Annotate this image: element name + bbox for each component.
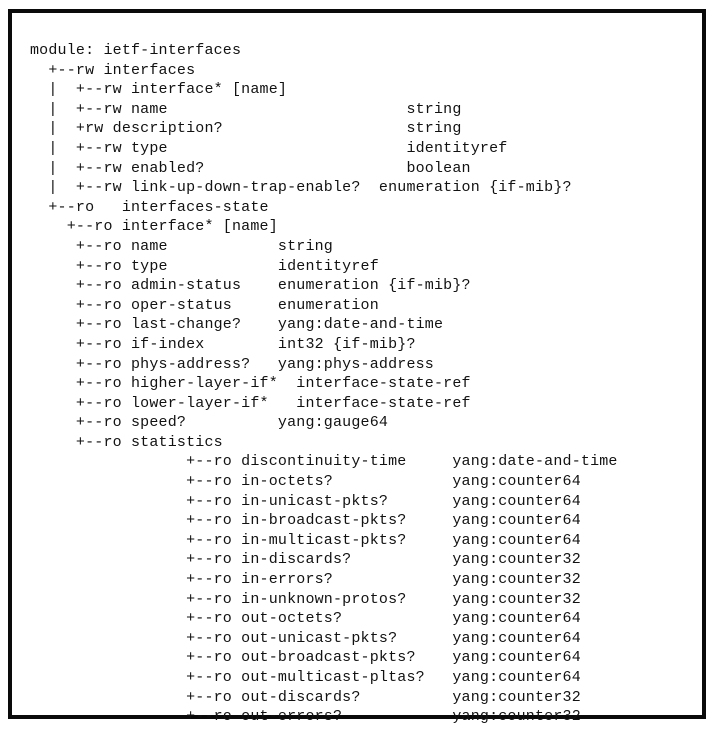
tree-node-line: | +--rw type identityref: [30, 139, 508, 157]
tree-node-line: +--ro out-broadcast-pkts? yang:counter64: [30, 649, 581, 667]
tree-node-line: | +--rw link-up-down-trap-enable? enumer…: [30, 179, 572, 197]
tree-node-line: +--ro interfaces-state: [30, 198, 269, 216]
tree-node-line: +--ro in-unicast-pkts? yang:counter64: [30, 492, 581, 510]
tree-node-line: | +--rw name string: [30, 100, 462, 118]
tree-node-line: +--ro phys-address? yang:phys-address: [30, 355, 434, 373]
tree-node-line: +--ro oper-status enumeration: [30, 296, 379, 314]
tree-node-line: +--ro name string: [30, 237, 333, 255]
tree-node-line: +--ro out-unicast-pkts? yang:counter64: [30, 629, 581, 647]
tree-node-line: +--ro last-change? yang:date-and-time: [30, 316, 444, 334]
tree-node-line: +--ro in-unknown-protos? yang:counter32: [30, 590, 581, 608]
tree-node-line: +--ro in-multicast-pkts? yang:counter64: [30, 531, 581, 549]
tree-node-line: | +rw description? string: [30, 120, 462, 138]
tree-node-line: | +--rw enabled? boolean: [30, 159, 471, 177]
tree-node-line: +--ro in-errors? yang:counter32: [30, 571, 581, 589]
tree-node-line: +--rw interfaces: [30, 61, 196, 79]
tree-node-line: +--ro out-octets? yang:counter64: [30, 610, 581, 628]
tree-node-line: +--ro discontinuity-time yang:date-and-t…: [30, 453, 618, 471]
tree-node-line: +--ro if-index int32 {if-mib}?: [30, 335, 416, 353]
tree-node-line: +--ro in-octets? yang:counter64: [30, 473, 581, 491]
tree-node-line: | +--rw interface* [name]: [30, 81, 288, 99]
tree-node-line: +--ro out-errors? yang:counter32: [30, 708, 581, 726]
tree-node-line: +--ro interface* [name]: [30, 218, 278, 236]
tree-node-line: +--ro speed? yang:gauge64: [30, 414, 389, 432]
yang-tree-listing: module: ietf-interfaces +--rw interfaces…: [30, 41, 700, 725]
tree-node-line: +--ro statistics: [30, 433, 223, 451]
tree-node-line: +--ro admin-status enumeration {if-mib}?: [30, 277, 471, 295]
tree-node-line: +--ro in-discards? yang:counter32: [30, 551, 581, 569]
tree-node-line: +--ro out-discards? yang:counter32: [30, 688, 581, 706]
tree-node-line: +--ro in-broadcast-pkts? yang:counter64: [30, 512, 581, 530]
tree-node-line: +--ro higher-layer-if* interface-state-r…: [30, 375, 471, 393]
tree-diagram-frame: module: ietf-interfaces +--rw interfaces…: [8, 9, 706, 725]
tree-node-line: +--ro lower-layer-if* interface-state-re…: [30, 394, 471, 412]
tree-node-line: +--ro type identityref: [30, 257, 379, 275]
module-header-line: module: ietf-interfaces: [30, 42, 242, 59]
tree-node-line: +--ro out-multicast-pltas? yang:counter6…: [30, 669, 581, 686]
